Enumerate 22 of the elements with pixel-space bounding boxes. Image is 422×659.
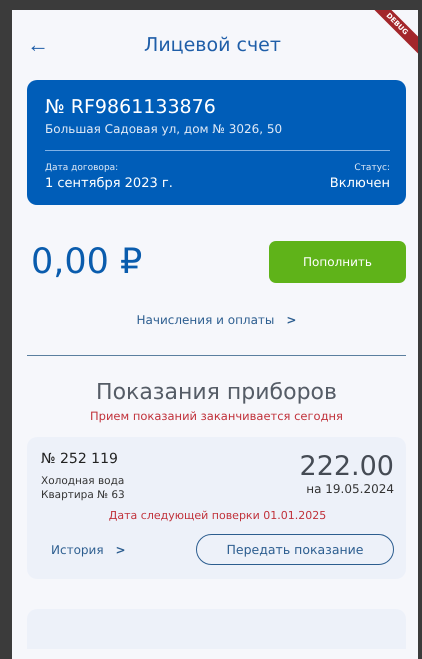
section-title: Показания приборов [95, 380, 338, 405]
account-address: Большая Садовая ул, дом № 3026, 50 [45, 122, 284, 136]
reading-date: на 19.05.2024 [306, 482, 394, 496]
account-number: № RF9861133876 [45, 96, 217, 118]
meter-number: № 252 119 [41, 451, 118, 467]
status-label: Статус: [354, 163, 390, 173]
submit-reading-button[interactable]: Передать показание [196, 534, 394, 565]
deadline-warning: Прием показаний заканчивается сегодня [89, 409, 344, 423]
contract-label: Дата договора: [45, 163, 118, 173]
history-link[interactable]: История [51, 542, 104, 556]
meter-apartment: Квартира № 63 [41, 489, 125, 501]
chevron-icon: > [116, 542, 126, 556]
back-button[interactable]: ← [27, 32, 49, 58]
payments-link[interactable]: Начисления и оплаты [136, 313, 274, 327]
balance-amount: 0,00 ₽ [31, 242, 142, 282]
next-check-date: Дата следующей поверки 01.01.2025 [108, 509, 328, 522]
chevron-icon: > [286, 313, 296, 327]
meter-reading: 222.00 [300, 451, 394, 482]
status-value: Включен [330, 176, 390, 191]
meter-type: Холодная вода [41, 475, 124, 487]
page-title: Лицевой счет [143, 34, 282, 56]
contract-date: 1 сентября 2023 г. [45, 176, 173, 191]
